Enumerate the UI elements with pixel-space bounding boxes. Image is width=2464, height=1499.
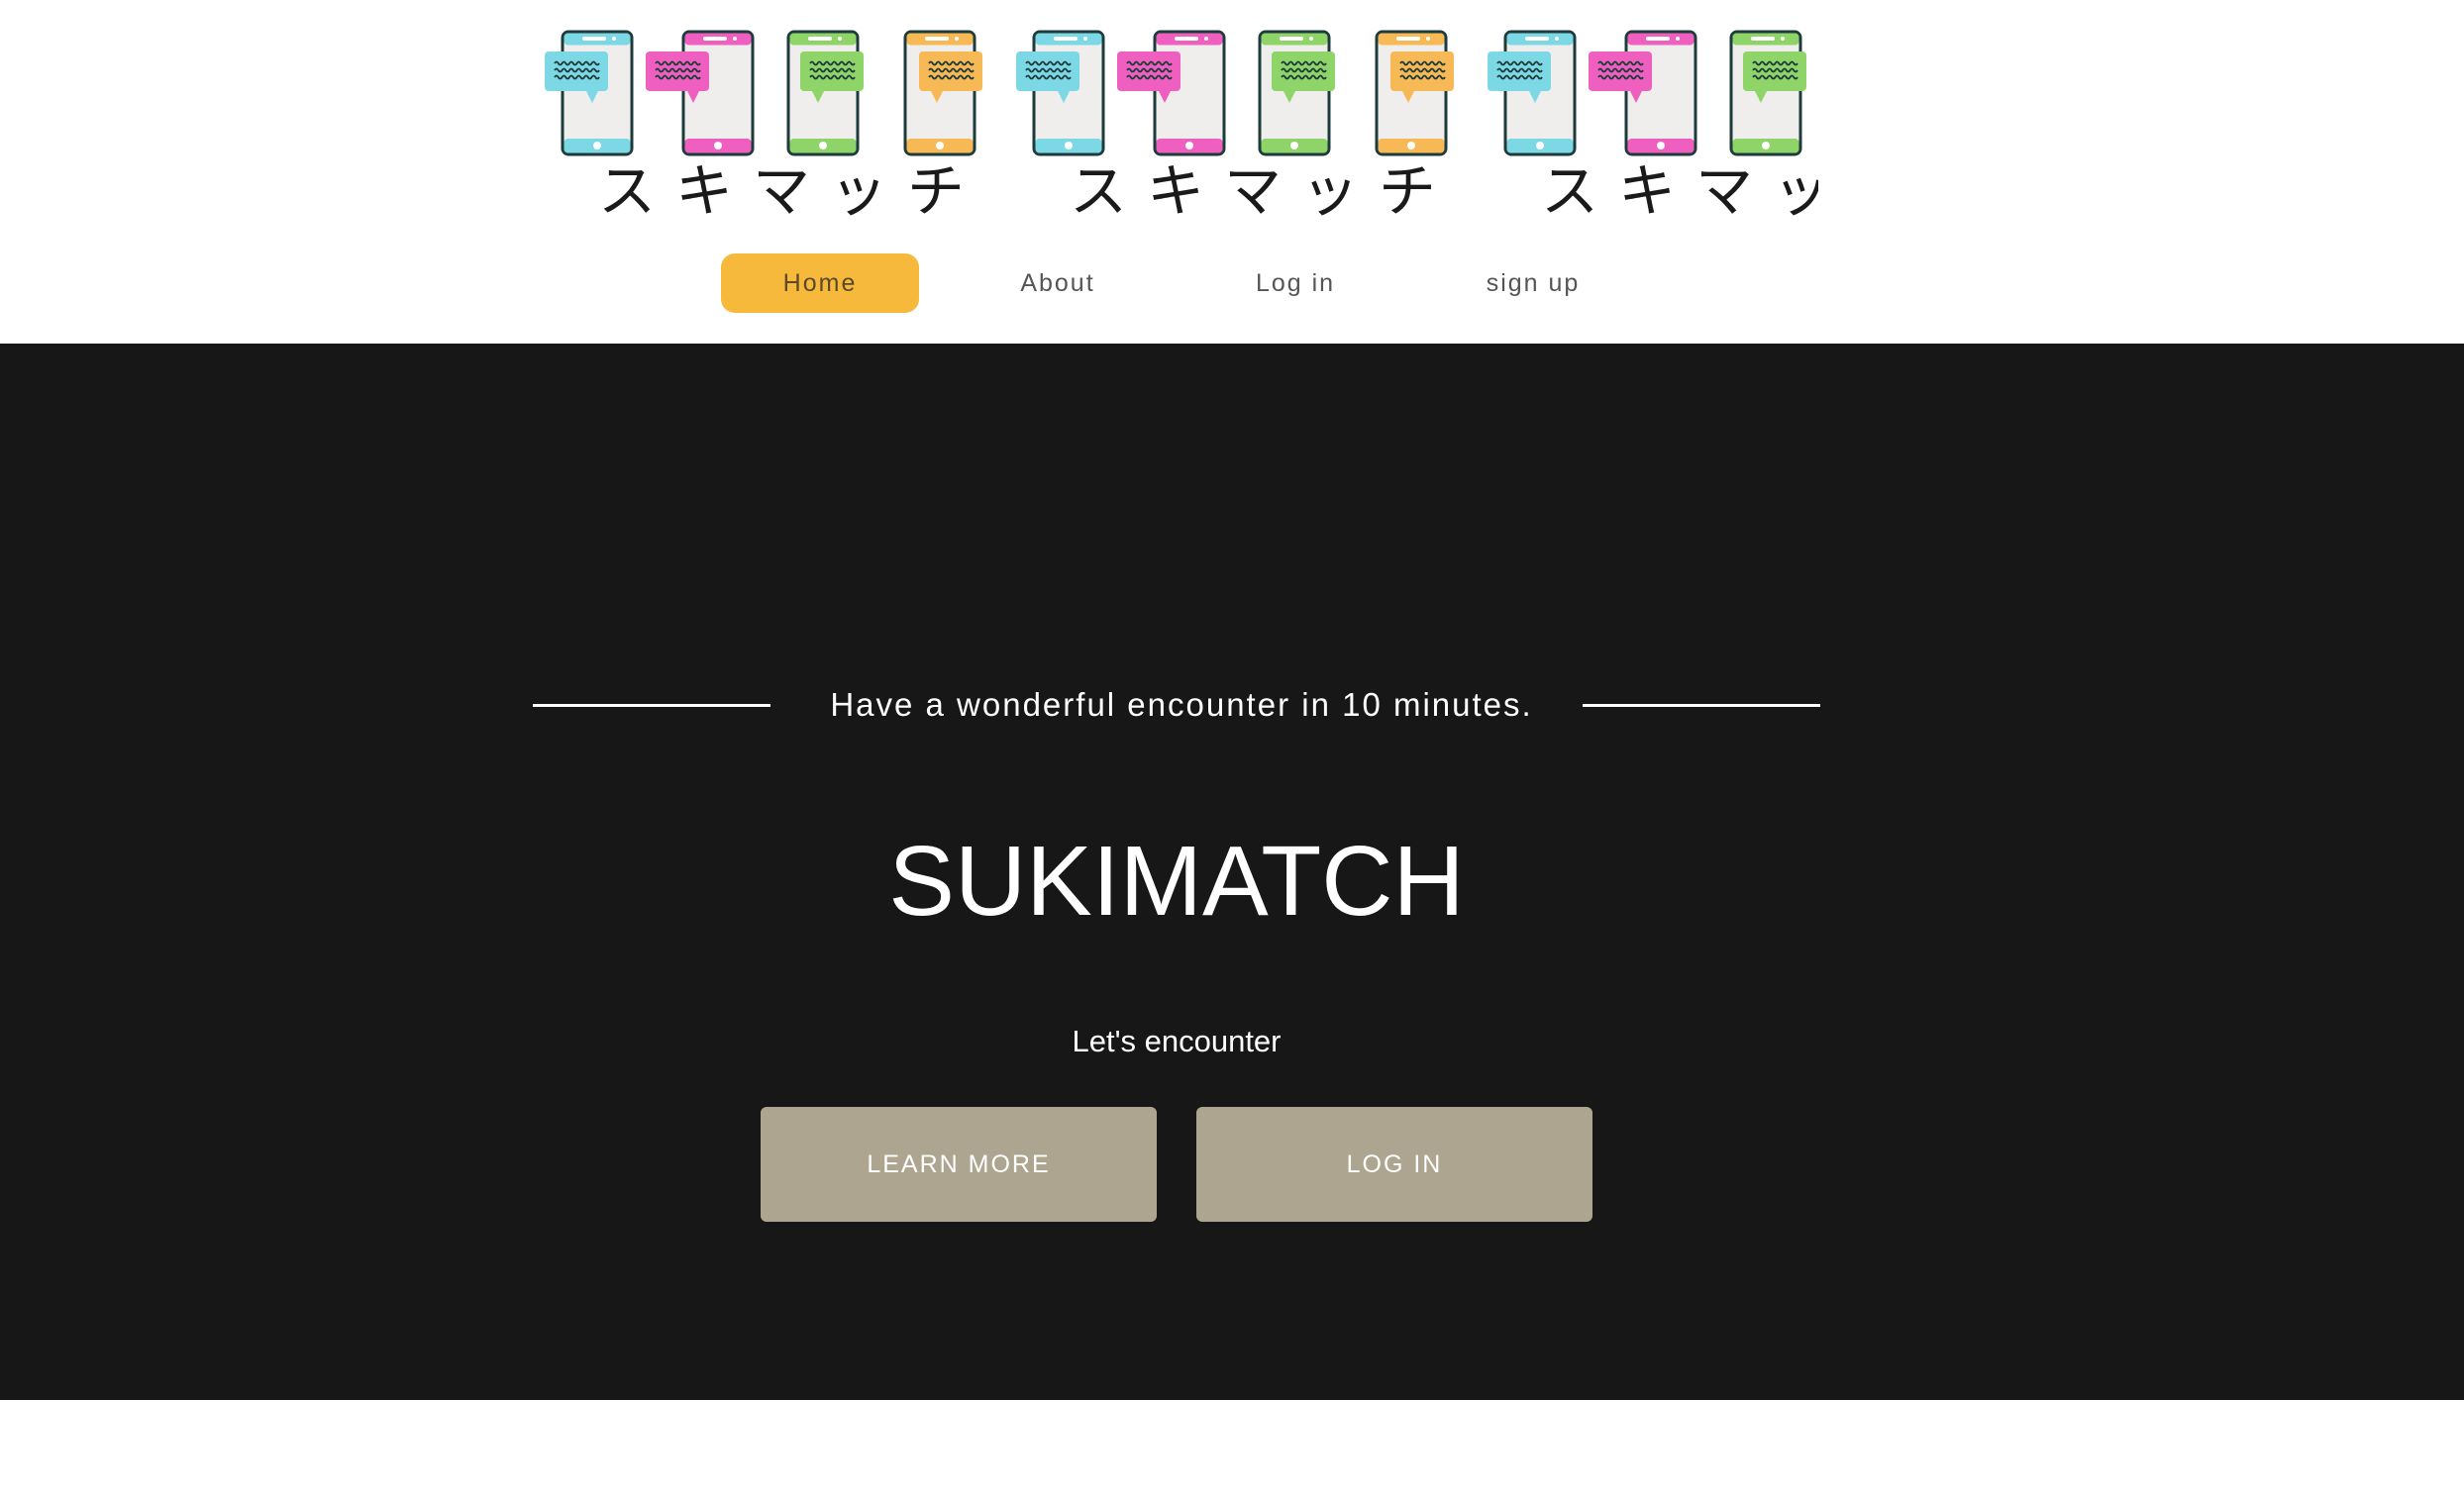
phone-icon xyxy=(903,30,982,156)
nav-about[interactable]: About xyxy=(959,253,1157,313)
phone-icon xyxy=(1016,30,1105,156)
chat-phones-icon xyxy=(545,30,982,156)
brand-logo[interactable]: スキマッチ スキマッチ スキマッチ xyxy=(535,22,1818,234)
phone-icon xyxy=(1117,30,1226,156)
logo-text: スキマッチ xyxy=(1070,157,1457,225)
page-bottom-space xyxy=(0,1400,2464,1499)
logo-text: スキマッチ xyxy=(1541,157,1818,225)
logo-unit: スキマッチ xyxy=(535,22,1006,234)
hero-subtitle: Let's encounter xyxy=(1072,1024,1282,1058)
hero-title: SUKIMATCH xyxy=(888,826,1465,937)
phone-icon xyxy=(646,30,755,156)
logo-unit: スキマッチ xyxy=(1478,22,1818,234)
phone-icon xyxy=(1488,30,1577,156)
phone-icon xyxy=(1729,30,1806,156)
nav-signup[interactable]: sign up xyxy=(1434,253,1632,313)
phone-icon xyxy=(545,30,634,156)
tagline: Have a wonderful encounter in 10 minutes… xyxy=(830,686,1533,723)
hero-section: Have a wonderful encounter in 10 minutes… xyxy=(0,344,2464,1400)
logo-text: スキマッチ xyxy=(598,157,985,225)
phone-icon xyxy=(1258,30,1335,156)
log-in-button[interactable]: LOG IN xyxy=(1196,1107,1592,1222)
phone-icon xyxy=(1375,30,1454,156)
nav-login[interactable]: Log in xyxy=(1196,253,1394,313)
nav-home[interactable]: Home xyxy=(721,253,919,313)
phone-icon xyxy=(786,30,864,156)
learn-more-button[interactable]: LEARN MORE xyxy=(761,1107,1157,1222)
phone-icon xyxy=(1589,30,1697,156)
chat-phones-icon xyxy=(1488,30,1806,156)
logo-unit: スキマッチ xyxy=(1006,22,1478,234)
site-header: スキマッチ スキマッチ スキマッチ Home About Log in sign… xyxy=(0,0,2464,344)
chat-phones-icon xyxy=(1016,30,1454,156)
